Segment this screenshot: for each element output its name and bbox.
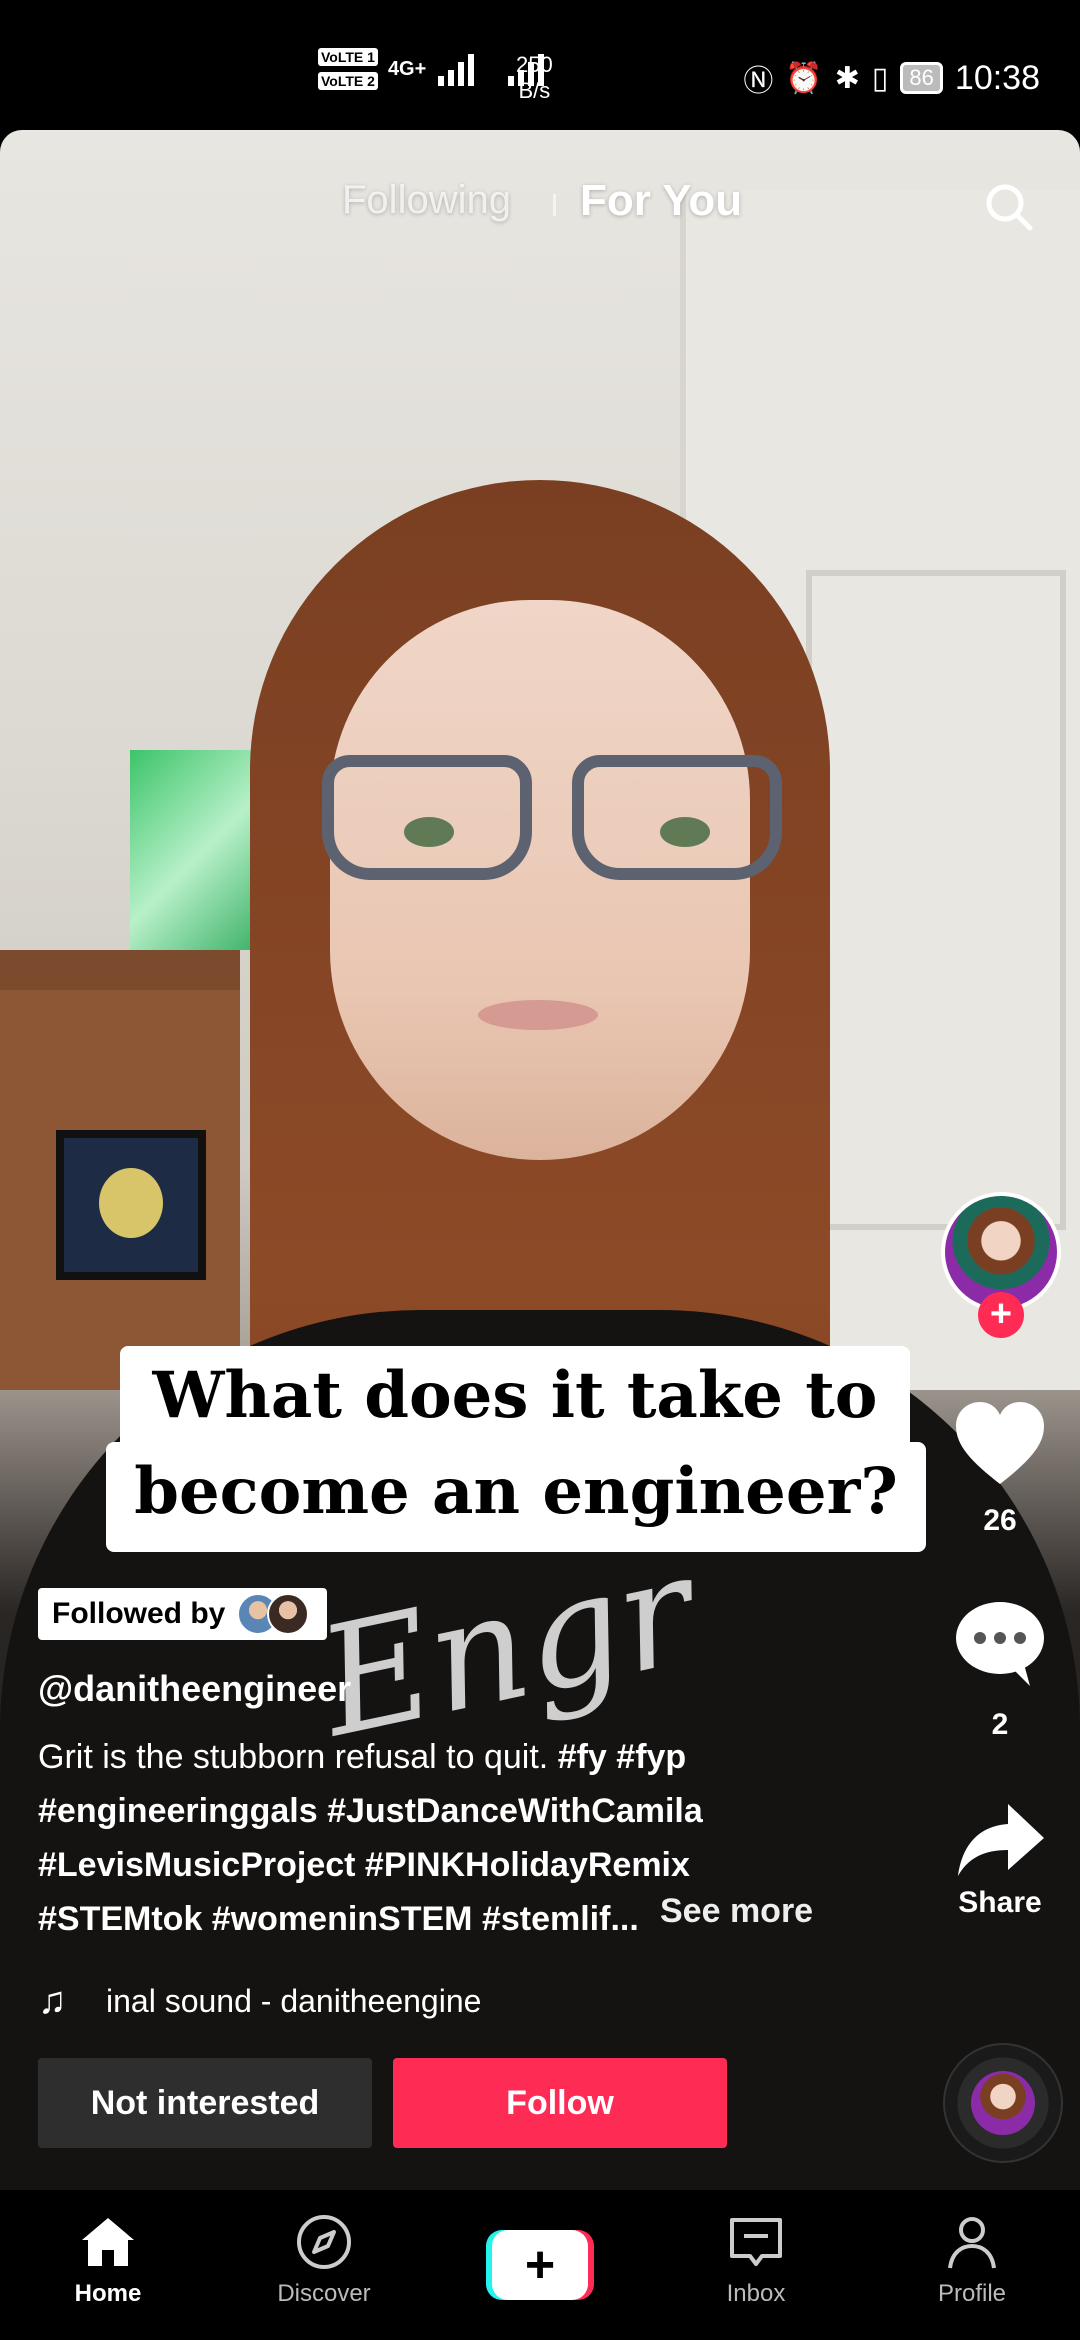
vibrate-icon: ▯ <box>871 61 889 95</box>
clock: 10:38 <box>954 58 1040 97</box>
hashtags-line-4[interactable]: #STEMtok #womeninSTEM #stemlif... <box>38 1900 639 1938</box>
nav-inbox-label: Inbox <box>726 2280 786 2307</box>
tab-following[interactable]: Following <box>342 178 511 223</box>
hashtags-line-1[interactable]: #fy #fyp <box>558 1738 687 1776</box>
bottom-nav: Home Discover + Inbox Profile <box>0 2190 1080 2340</box>
net-speed-unit: B/s <box>518 78 551 103</box>
share-icon[interactable] <box>956 1800 1046 1880</box>
video-caption: What does it take to become an engineer? <box>106 1346 926 1566</box>
comment-icon[interactable] <box>952 1598 1048 1688</box>
nav-discover[interactable]: Discover <box>244 2212 404 2308</box>
alarm-icon: ⏰ <box>785 61 823 95</box>
volte-1-label: VoLTE 1 <box>318 48 378 66</box>
nav-home-label: Home <box>74 2280 142 2307</box>
description-text: Grit is the stubborn refusal to quit. <box>38 1738 549 1776</box>
follow-button[interactable]: Follow <box>393 2058 727 2148</box>
battery-icon: 86 <box>900 62 943 94</box>
bluetooth-icon: ✱ <box>834 61 860 95</box>
network-type: 4G+ <box>387 57 427 80</box>
home-icon <box>82 2218 134 2266</box>
heart-icon[interactable] <box>952 1398 1048 1488</box>
nav-profile-label: Profile <box>937 2280 1007 2307</box>
mutual-avatars <box>237 1593 313 1635</box>
caption-line-1: What does it take to <box>120 1346 910 1456</box>
profile-icon <box>948 2217 996 2269</box>
volte-2-label: VoLTE 2 <box>318 72 378 90</box>
create-button[interactable]: + <box>486 2230 594 2300</box>
person-lips <box>478 1000 598 1030</box>
feed-tabs: Following For You <box>0 170 1080 240</box>
like-count: 26 <box>983 1504 1017 1537</box>
hashtags-line-2[interactable]: #engineeringgals #JustDanceWithCamila <box>38 1792 703 1830</box>
status-bar: VoLTE 1 VoLTE 2 4G+ 250 B/s Ⓝ ⏰ ✱ ▯ 86 1… <box>0 0 1080 130</box>
tab-for-you[interactable]: For You <box>580 176 742 226</box>
comment-count: 2 <box>991 1708 1009 1741</box>
inbox-icon <box>730 2218 782 2266</box>
status-icons: Ⓝ ⏰ ✱ ▯ 86 10:38 <box>743 56 1040 100</box>
hashtags-line-3[interactable]: #LevisMusicProject #PINKHolidayRemix <box>38 1846 690 1884</box>
nav-discover-label: Discover <box>277 2280 371 2307</box>
followed-by-label: Followed by <box>52 1597 226 1630</box>
signal-strength-icon <box>438 54 475 86</box>
search-icon[interactable] <box>984 182 1034 232</box>
plus-icon: + <box>492 2230 588 2300</box>
sound-disc-avatar <box>971 2071 1035 2135</box>
net-speed: 250 B/s <box>516 52 553 104</box>
mutual-avatar <box>267 1593 310 1635</box>
nfc-icon: Ⓝ <box>743 65 774 98</box>
nav-profile[interactable]: Profile <box>892 2212 1052 2308</box>
followed-by-badge[interactable]: Followed by <box>38 1588 328 1640</box>
person-glasses <box>322 755 782 885</box>
background-frame <box>56 1130 206 1280</box>
share-label: Share <box>958 1886 1042 1919</box>
nav-inbox[interactable]: Inbox <box>676 2212 836 2308</box>
volte-indicators: VoLTE 1 VoLTE 2 <box>318 48 378 90</box>
follow-plus-icon[interactable]: + <box>978 1292 1024 1338</box>
compass-icon <box>297 2215 351 2269</box>
net-speed-value: 250 <box>516 52 553 77</box>
tab-divider <box>553 194 556 216</box>
sound-title: inal sound - danitheengine <box>106 1983 482 2019</box>
creator-username[interactable]: @danitheengineer <box>38 1668 351 1710</box>
not-interested-button[interactable]: Not interested <box>38 2058 372 2148</box>
background-shelf <box>0 950 240 990</box>
music-note-icon: ♫ <box>38 1980 67 2022</box>
sound-row[interactable]: ♫ inal sound - danitheengine <box>38 1980 558 2023</box>
sound-disc[interactable] <box>943 2043 1063 2163</box>
caption-line-2: become an engineer? <box>106 1442 926 1552</box>
see-more-link[interactable]: See more <box>660 1892 813 1931</box>
nav-home[interactable]: Home <box>28 2212 188 2308</box>
